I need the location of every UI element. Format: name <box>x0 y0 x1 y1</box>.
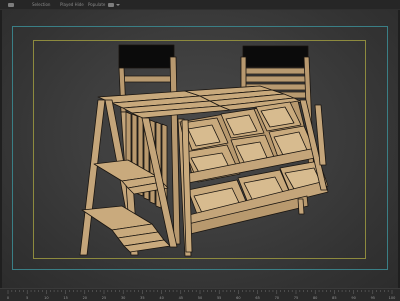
timeline-tick-label: 65 <box>255 296 259 300</box>
bottom-shelf <box>81 205 171 253</box>
sign-panel-right <box>242 45 309 68</box>
timeline-tick-label: 15 <box>63 296 67 300</box>
timeline-tick-label: 45 <box>179 296 183 300</box>
timeline-tick-label: 55 <box>217 296 221 300</box>
timeline-tick-label: 5 <box>26 296 28 300</box>
timeline-tick-label: 75 <box>294 296 298 300</box>
timeline-tick-label: 85 <box>332 296 336 300</box>
sign-panel-left <box>118 44 175 69</box>
timeline-tick-label: 30 <box>121 296 125 300</box>
3d-viewport[interactable] <box>2 10 398 288</box>
top-toolbar: Selection Played Hide Populate <box>0 0 400 10</box>
timeline-tick-label: 80 <box>313 296 317 300</box>
timeline-ticks: 0 5 10 15 20 25 30 35 40 45 50 55 60 65 70 75 80 85 90 95 10… <box>7 290 396 300</box>
timeline-tick-label: 90 <box>351 296 355 300</box>
chevron-down-icon <box>116 4 120 6</box>
timeline-tick-label: 50 <box>198 296 202 300</box>
timeline-tick-label: 60 <box>236 296 240 300</box>
timeline-tick-label: 35 <box>140 296 144 300</box>
timeline-tick-label: 95 <box>371 296 375 300</box>
timeline-tick-label: 0 <box>7 296 9 300</box>
toolbar-dropdown[interactable] <box>108 1 120 8</box>
timeline-tick-label: 10 <box>44 296 48 300</box>
toolbar-item-populate[interactable]: Populate <box>88 1 105 8</box>
toolbar-item-selection[interactable]: Selection <box>32 1 50 8</box>
timeline-tick-label: 70 <box>275 296 279 300</box>
timeline-tick-label: 25 <box>102 296 106 300</box>
timeline-ruler[interactable]: 0 5 10 15 20 25 30 35 40 45 50 55 60 65 70 75 80 85 90 95 10… <box>0 288 400 301</box>
toolbar-item-played-hide[interactable]: Played Hide <box>60 1 84 8</box>
timeline-tick-label: 20 <box>83 296 87 300</box>
display-stand-model[interactable] <box>2 10 398 288</box>
timeline-tick-label: 100 <box>389 296 396 300</box>
toolbar-icon-left[interactable] <box>8 1 14 8</box>
timeline-tick-label: 40 <box>159 296 163 300</box>
